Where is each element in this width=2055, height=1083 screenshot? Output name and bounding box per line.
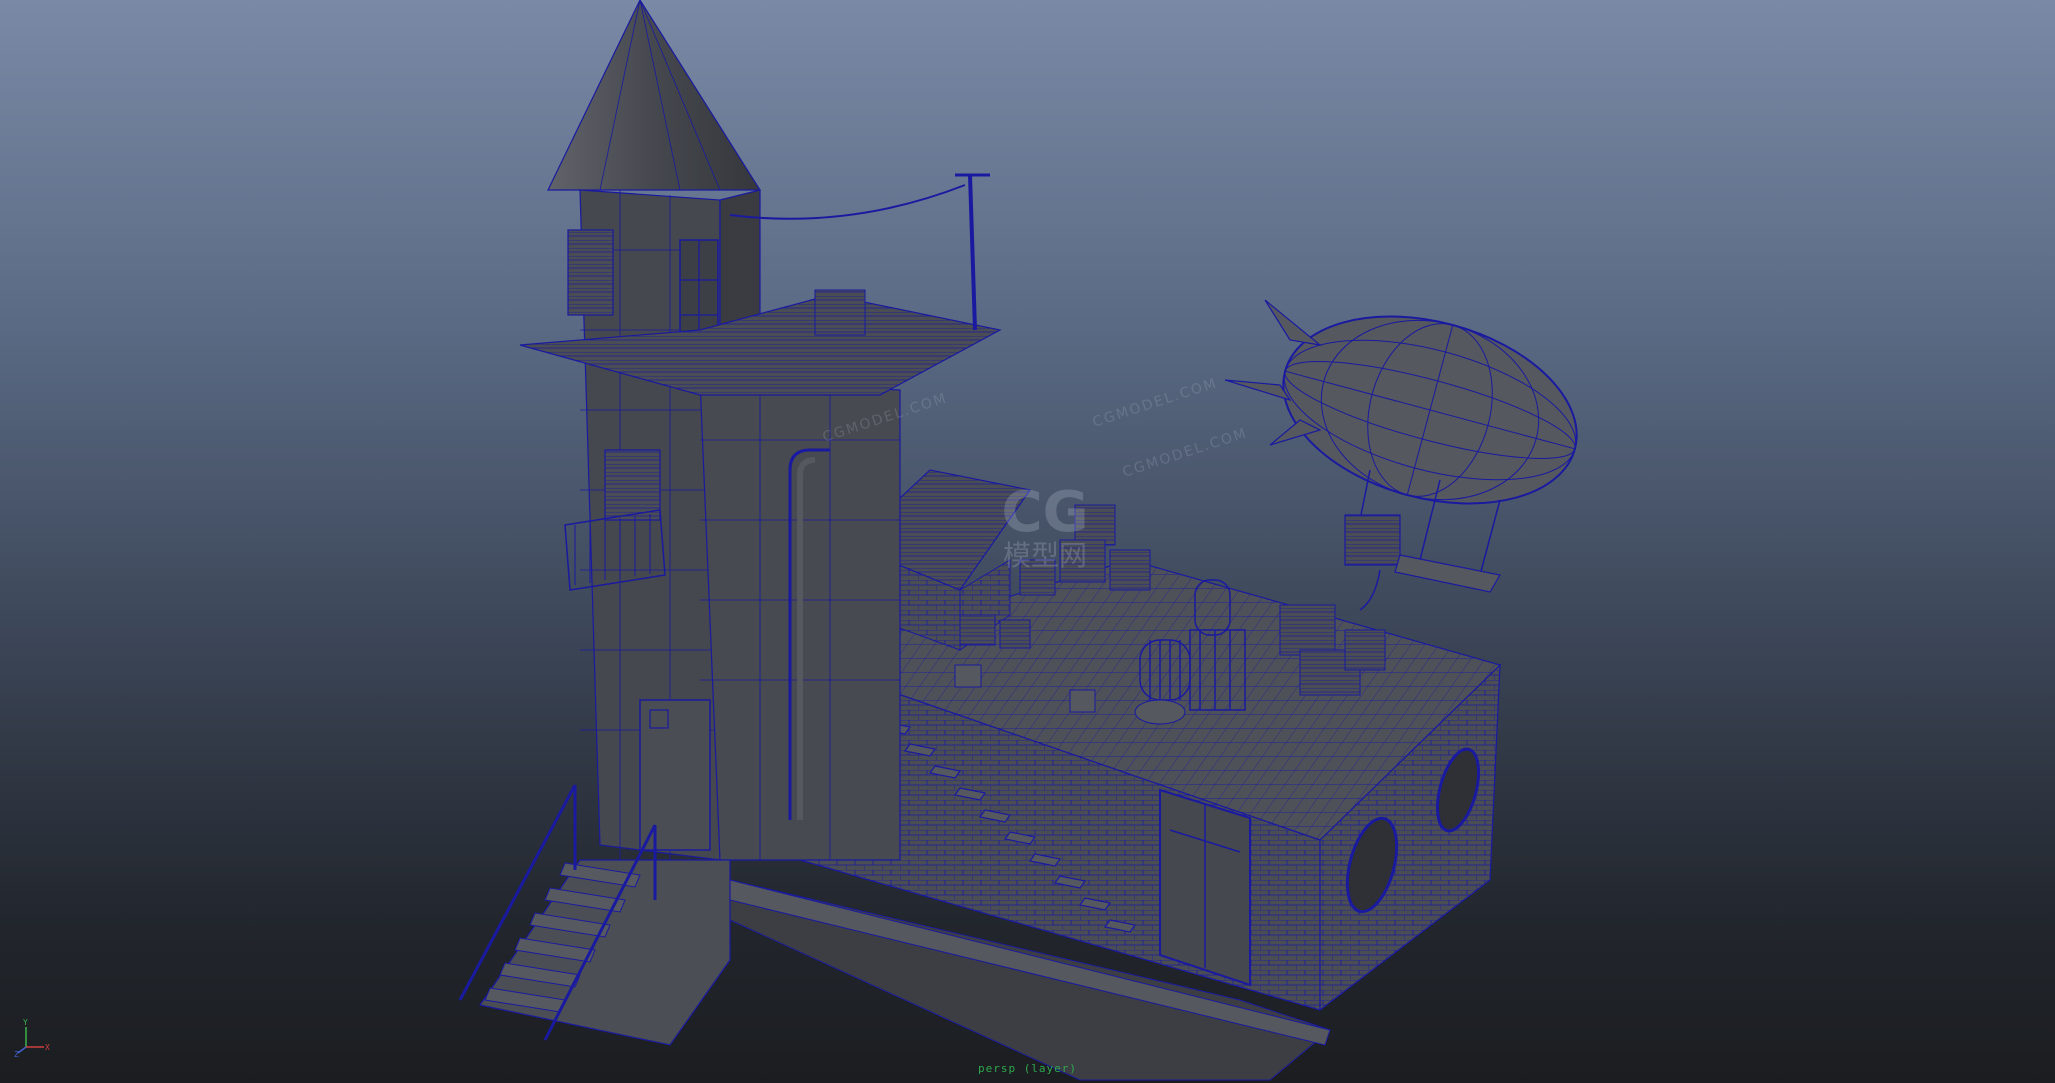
watermark-logo-main: CG [1001,480,1089,545]
3d-viewport[interactable]: CGMODEL.COM CGMODEL.COM CGMODEL.COM CG 模… [0,0,2055,1083]
camera-label: persp (layer) [977,1062,1078,1075]
watermark-logo-sub: 模型网 [1002,539,1087,572]
axis-z-label: Z [14,1050,19,1057]
watermark-logo: CG 模型网 [975,485,1115,571]
airship[interactable] [1224,286,1598,611]
axis-gizmo: Y X Z [14,1018,50,1057]
axis-x-label: X [45,1043,50,1052]
axis-y-label: Y [23,1018,28,1027]
